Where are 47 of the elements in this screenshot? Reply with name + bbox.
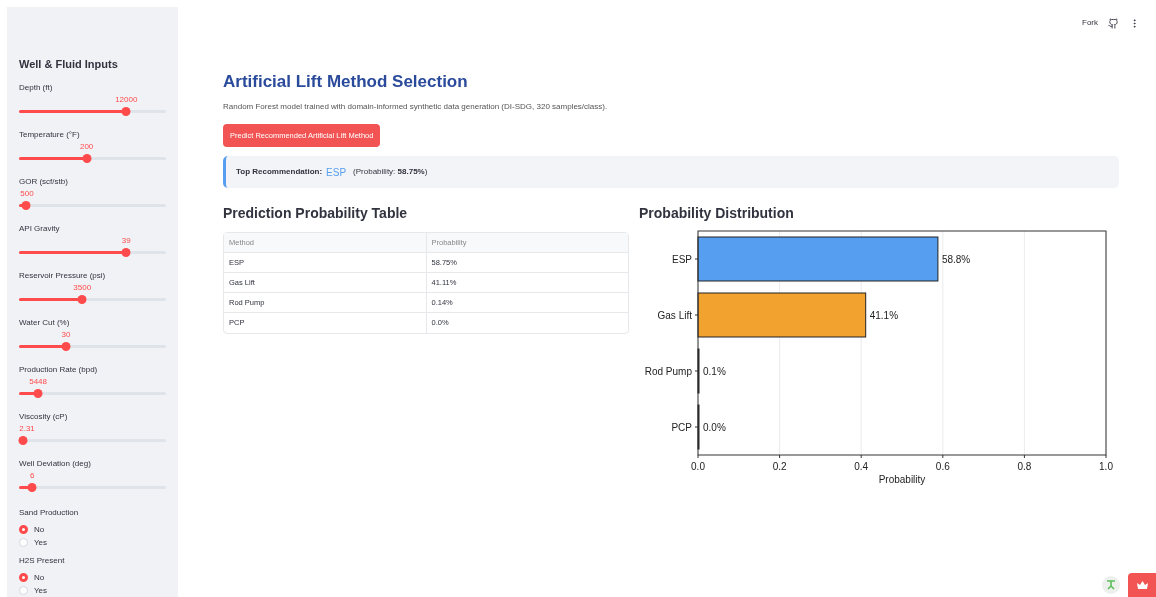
slider-value: 12000 [115,95,138,104]
slider-label: Well Deviation (deg) [19,459,92,469]
category-label: PCP [671,422,692,433]
page-subtitle: Random Forest model trained with domain-informed synthetic data generation (DI-SDG, 320 samples/class). [223,101,609,113]
slider-value: 200 [79,142,94,151]
slider-value: 6 [30,471,35,480]
recommendation-label: Top Recommendation: [236,166,323,178]
slider-label: Depth (ft) [19,83,54,93]
bar-value-label: 0.1% [703,366,726,377]
slider-value: 2.31 [19,424,35,433]
radio-group-label: H2S Present [19,556,66,566]
slider-value: 500 [20,189,34,198]
slider-value: 39 [121,236,131,245]
tick-label: 0.6 [935,461,950,472]
recommended-method: ESP [326,165,347,180]
radio-label: Yes [34,585,48,596]
axis-label: Probability [878,474,926,485]
radio-label: Yes [34,537,48,548]
slider-label: API Gravity [19,224,61,234]
category-label: Gas Lift [657,310,692,321]
section-title: Probability Distribution [639,204,795,222]
slider-label: Production Rate (bpd) [19,365,99,375]
slider-label: Temperature (°F) [19,130,81,140]
tick-label: 1.0 [1099,461,1113,472]
slider-label: Viscosity (cP) [19,412,69,422]
section-title: Prediction Probability Table [223,204,409,222]
bar-value-label: 58.8% [941,254,971,265]
page-title: Artificial Lift Method Selection [223,71,469,93]
bar-value-label: 0.0% [703,422,726,433]
sidebar-title: Well & Fluid Inputs [19,57,119,71]
tick-label: 0.8 [1017,461,1032,472]
slider-label: Water Cut (%) [19,318,71,328]
slider-value: 3500 [73,283,92,292]
slider-value: 30 [61,330,71,339]
category-label: Rod Pump [644,366,692,377]
slider-value: 5448 [29,377,47,386]
tick-label: 0.0 [691,461,705,472]
recommendation-probability: (Probability: 58.75%) [353,166,428,178]
radio-label: No [34,572,45,583]
tick-label: 0.4 [854,461,869,472]
category-label: ESP [672,254,692,265]
radio-group-label: Sand Production [19,508,80,518]
tick-label: 0.2 [772,461,787,472]
bar-value-label: 41.1% [869,310,899,321]
slider-label: Reservoir Pressure (psi) [19,271,107,281]
radio-label: No [34,524,45,535]
slider-label: GOR (scf/stb) [19,177,69,187]
